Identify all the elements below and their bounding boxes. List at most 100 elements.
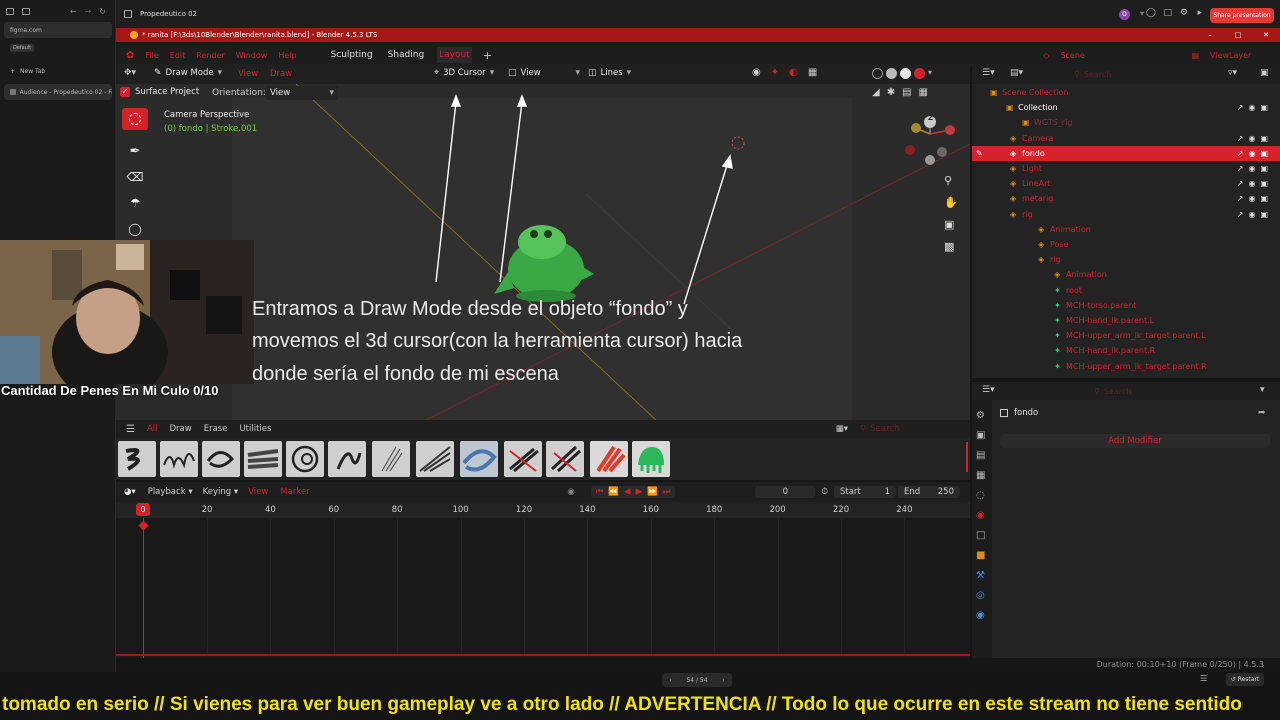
reload-icon[interactable]: ↻ bbox=[99, 7, 106, 16]
outliner-row[interactable]: ✦ root bbox=[972, 283, 1280, 298]
eye-icon[interactable]: ◉ bbox=[1248, 149, 1255, 158]
outliner-row[interactable]: ◈ Animation bbox=[972, 222, 1280, 237]
restart-button[interactable]: ↺ Restart bbox=[1226, 673, 1264, 686]
list-icon[interactable]: ☰ bbox=[1200, 674, 1207, 683]
jump-end-icon[interactable]: ⏭ bbox=[663, 487, 671, 497]
collection-tab-icon[interactable]: □ bbox=[976, 530, 985, 541]
sidebar-toggle-icon[interactable] bbox=[6, 7, 14, 15]
scene-tab-icon[interactable]: ◌ bbox=[976, 490, 985, 501]
end-frame-field[interactable]: End 250 bbox=[898, 486, 960, 498]
camera-render-icon[interactable]: ▣ bbox=[1260, 103, 1268, 112]
world-tab-icon[interactable]: ◉ bbox=[976, 510, 985, 521]
jump-start-icon[interactable]: ⏮ bbox=[596, 487, 604, 497]
menu-draw[interactable]: Draw bbox=[270, 69, 292, 79]
filter-icon[interactable]: ▿▾ bbox=[1228, 68, 1237, 78]
timeline-body[interactable] bbox=[116, 518, 970, 658]
scene-icon[interactable]: ◇ bbox=[1043, 51, 1049, 60]
timeline-ruler[interactable]: 0 20 40 60 80 100 120 140 160 180 200 220 240 bbox=[116, 502, 970, 518]
outliner-row[interactable]: ◈ fondo ↗ ◉ ▣ ✎ bbox=[972, 145, 1280, 161]
next-slide-icon[interactable]: › bbox=[722, 677, 724, 684]
orientation-dropdown[interactable]: View ▾ bbox=[266, 86, 338, 100]
eye-icon[interactable]: ◉ bbox=[1248, 194, 1255, 203]
sidebar-panel-icon[interactable] bbox=[22, 7, 30, 15]
shelf-scrollbar[interactable] bbox=[966, 442, 968, 472]
settings-icon[interactable]: ⚙ bbox=[1180, 8, 1188, 18]
auto-key-icon[interactable]: ◉ bbox=[567, 487, 574, 497]
shading-solid-icon[interactable] bbox=[886, 68, 897, 79]
tab-layout[interactable]: Layout bbox=[437, 47, 472, 63]
browser-tab-active[interactable]: Audience - Propedeutico 02 - Fi... bbox=[4, 84, 112, 100]
camera-render-icon[interactable]: ▣ bbox=[1260, 179, 1268, 188]
brush-tab-utilities[interactable]: Utilities bbox=[239, 424, 271, 434]
output-tab-icon[interactable]: ▤ bbox=[976, 450, 985, 461]
select-toggle-icon[interactable]: ↗ bbox=[1237, 179, 1244, 188]
object-tab-icon[interactable]: ■ bbox=[976, 550, 985, 561]
keying-menu[interactable]: Keying ▾ bbox=[203, 487, 239, 497]
prev-slide-icon[interactable]: ‹ bbox=[669, 677, 671, 684]
scene-name[interactable]: Scene bbox=[1060, 51, 1180, 60]
select-toggle-icon[interactable]: ↗ bbox=[1237, 164, 1244, 173]
outliner-row[interactable]: ◈ rig ↗ ◉ ▣ bbox=[972, 207, 1280, 222]
outliner-row[interactable]: ◈ Animation bbox=[972, 267, 1280, 282]
menu-help[interactable]: Help bbox=[278, 51, 296, 60]
shading-rendered-icon[interactable] bbox=[914, 68, 925, 79]
shading-material-icon[interactable] bbox=[900, 68, 911, 79]
physics-tab-icon[interactable]: ◉ bbox=[976, 610, 985, 621]
outliner-editor-icon[interactable]: ☰▾ bbox=[982, 68, 995, 78]
view-layer-icon[interactable]: ▤ bbox=[1191, 51, 1199, 60]
shader-fx-tab-icon[interactable]: ◎ bbox=[976, 590, 985, 601]
timeline-editor-icon[interactable]: ◕▾ bbox=[124, 487, 136, 497]
brush-thumbnail-2[interactable] bbox=[160, 441, 198, 477]
close-icon[interactable]: ✕ bbox=[1252, 31, 1280, 39]
camera-render-icon[interactable]: ▣ bbox=[1260, 194, 1268, 203]
timeline-marker-menu[interactable]: Marker bbox=[280, 487, 309, 497]
eye-icon[interactable]: ◉ bbox=[1248, 210, 1255, 219]
address-bar[interactable]: figma.com bbox=[4, 22, 112, 38]
cursor-tool-button[interactable] bbox=[122, 108, 148, 130]
brush-search-field[interactable]: ⚲ Search bbox=[860, 424, 970, 434]
playhead-marker[interactable]: 0 bbox=[136, 503, 150, 516]
new-collection-icon[interactable]: ▣ bbox=[1260, 68, 1269, 78]
new-tab-button[interactable]: + New Tab bbox=[4, 63, 112, 79]
layers-icon[interactable]: ▤ bbox=[902, 87, 911, 98]
view-dropdown[interactable]: □ View ▾ bbox=[508, 68, 580, 78]
expand-icon[interactable]: ▾ bbox=[1140, 9, 1144, 18]
menu-edit[interactable]: Edit bbox=[170, 51, 186, 60]
camera-render-icon[interactable]: ▣ bbox=[1260, 164, 1268, 173]
brush-thumbnail-6[interactable] bbox=[328, 441, 366, 477]
eye-icon[interactable]: ◉ bbox=[1248, 164, 1255, 173]
outliner-row[interactable]: ◈ rig bbox=[972, 252, 1280, 267]
brush-tab-all[interactable]: All bbox=[147, 424, 158, 434]
pin-icon[interactable]: ➦ bbox=[1258, 408, 1266, 418]
select-toggle-icon[interactable]: ↗ bbox=[1237, 194, 1244, 203]
tab-sculpting[interactable]: Sculpting bbox=[329, 47, 375, 63]
brush-tab-erase[interactable]: Erase bbox=[204, 424, 228, 434]
gizmo-icon[interactable]: ✦ bbox=[771, 67, 779, 78]
display-grid-icon[interactable]: ▦▾ bbox=[836, 424, 848, 434]
select-toggle-icon[interactable]: ↗ bbox=[1237, 103, 1244, 112]
visibility-icon[interactable]: ◉ bbox=[752, 67, 761, 78]
eye-icon[interactable]: ◉ bbox=[1248, 134, 1255, 143]
outliner-row[interactable]: ✦ MCH-upper_arm_ik_target.parent.L bbox=[972, 328, 1280, 343]
next-key-icon[interactable]: ⏩ bbox=[647, 487, 658, 497]
lock-icon[interactable]: ▩ bbox=[944, 240, 958, 253]
tool-tab-icon[interactable]: ⚙ bbox=[976, 410, 985, 421]
lines-dropdown[interactable]: ◫ Lines ▾ bbox=[588, 68, 631, 78]
outliner-row[interactable]: ✦ MCH-hand_ik.parent.R bbox=[972, 343, 1280, 358]
blender-menu-logo-icon[interactable]: ✿ bbox=[126, 50, 134, 61]
brush-thumbnail-8[interactable] bbox=[416, 441, 454, 477]
outliner-search-field[interactable]: ⚲ Search bbox=[1074, 67, 1204, 81]
mode-dropdown[interactable]: ✎ Draw Mode ▾ bbox=[154, 68, 222, 78]
fill-tool-button[interactable]: ☂ bbox=[122, 192, 148, 214]
shape-tool-button[interactable]: ◯ bbox=[122, 218, 148, 240]
brush-thumbnail-1[interactable] bbox=[118, 441, 156, 477]
tab-shading[interactable]: Shading bbox=[386, 47, 427, 63]
select-toggle-icon[interactable]: ↗ bbox=[1237, 210, 1244, 219]
view-layer-tab-icon[interactable]: ▦ bbox=[976, 470, 985, 481]
outliner-row[interactable]: ◈ metarig ↗ ◉ ▣ bbox=[972, 191, 1280, 206]
eye-icon[interactable]: ◉ bbox=[1248, 179, 1255, 188]
surface-project-toggle[interactable]: ✓ Surface Project bbox=[120, 87, 199, 97]
xray-icon[interactable]: ▦ bbox=[808, 67, 817, 78]
brush-tab-draw[interactable]: Draw bbox=[170, 424, 192, 434]
outliner-row[interactable]: ✦ MCH-upper_arm_ik_target.parent.R bbox=[972, 359, 1280, 374]
